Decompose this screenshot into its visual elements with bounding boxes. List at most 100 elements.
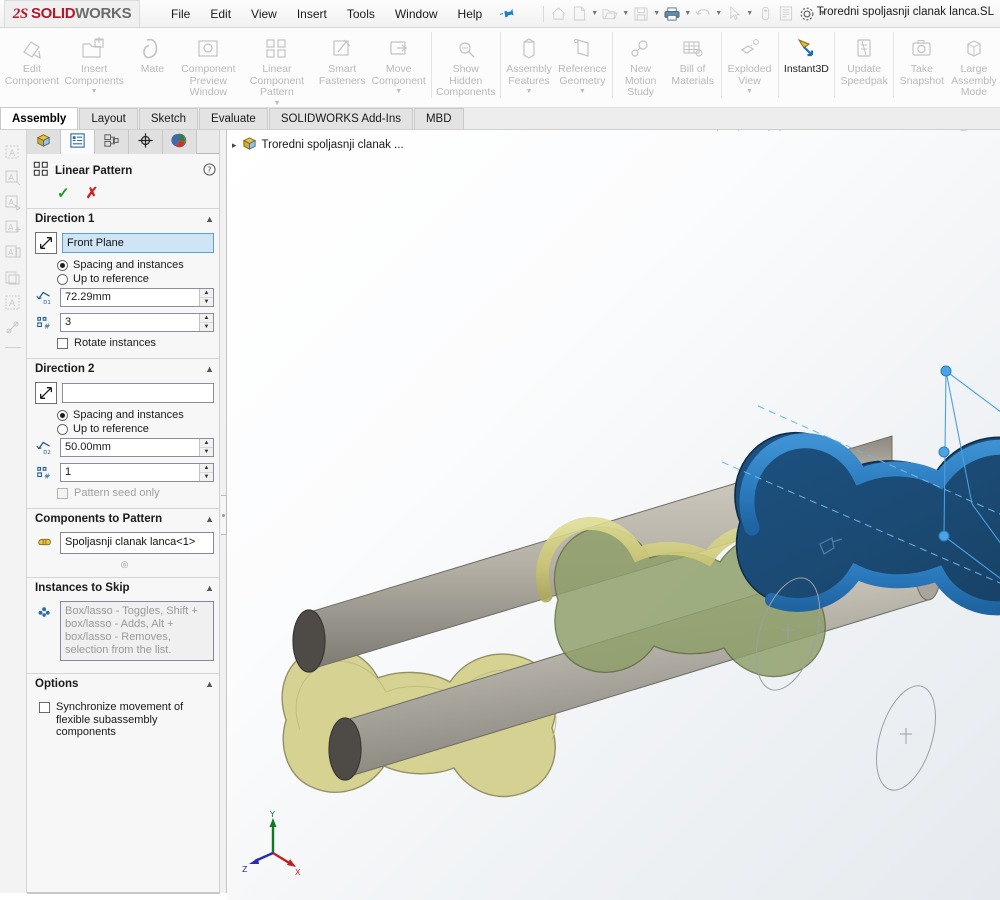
direction-2-spacing-and-instances-radio[interactable]: Spacing and instances bbox=[57, 409, 214, 421]
dimxpert-manager-tab[interactable] bbox=[129, 130, 163, 154]
save-dropdown-caret[interactable]: ▼ bbox=[652, 10, 661, 17]
stepper-arrows[interactable]: ▲ ▼ bbox=[199, 313, 213, 331]
radio-button[interactable] bbox=[57, 423, 68, 435]
ribbon-edit-component[interactable]: Edit Component bbox=[2, 28, 62, 87]
resize-grip[interactable]: ◎ bbox=[35, 559, 214, 570]
group-direction-2-header[interactable]: Direction 2 ▲ bbox=[27, 358, 222, 378]
graphics-area[interactable]: ▼ ▼ ▼ ▼ ▸ Troredni spoljasnji clanak ... bbox=[228, 130, 1000, 900]
tab-assembly[interactable]: Assembly bbox=[0, 107, 79, 129]
open-folder-icon[interactable] bbox=[600, 4, 620, 24]
stepper-down[interactable]: ▼ bbox=[200, 447, 213, 456]
chevron-down-icon[interactable]: ▼ bbox=[525, 88, 532, 95]
checkbox[interactable] bbox=[57, 487, 68, 499]
stepper-down[interactable]: ▼ bbox=[200, 297, 213, 306]
ribbon-new-motion-study[interactable]: New Motion Study bbox=[615, 28, 667, 99]
direction-1-spacing-and-instances-radio[interactable]: Spacing and instances bbox=[57, 259, 214, 271]
synchronize-flexible-subassembly-checkbox-row[interactable]: Synchronize movement of flexible subasse… bbox=[39, 701, 214, 739]
ribbon-smart-fasteners[interactable]: Smart Fasteners bbox=[316, 28, 369, 87]
direction-1-instances-stepper[interactable]: 3 ▲ ▼ bbox=[60, 312, 214, 332]
direction-2-instances-stepper[interactable]: 1 ▲ ▼ bbox=[60, 462, 214, 482]
ribbon-linear-component-pattern[interactable]: Linear Component Pattern ▼ bbox=[238, 28, 315, 107]
ribbon-large-assembly-mode[interactable]: Large Assembly Mode bbox=[948, 28, 1000, 99]
direction-2-reference-field[interactable] bbox=[62, 383, 214, 403]
ribbon-instant3d[interactable]: Instant3D bbox=[780, 28, 832, 76]
stepper-up[interactable]: ▲ bbox=[200, 313, 213, 323]
chevron-down-icon[interactable]: ▼ bbox=[91, 88, 98, 95]
new-document-dropdown-caret[interactable]: ▼ bbox=[590, 10, 599, 17]
undo-dropdown-caret[interactable]: ▼ bbox=[714, 10, 723, 17]
ribbon-take-snapshot[interactable]: Take Snapshot bbox=[896, 28, 948, 87]
print-icon[interactable] bbox=[662, 4, 682, 24]
tab-evaluate[interactable]: Evaluate bbox=[199, 108, 268, 129]
area-hatch-icon[interactable]: A bbox=[4, 294, 22, 312]
radio-button[interactable] bbox=[57, 409, 68, 421]
tab-layout[interactable]: Layout bbox=[79, 108, 138, 129]
radio-button[interactable] bbox=[57, 259, 68, 271]
ribbon-reference-geometry[interactable]: Reference Geometry ▼ bbox=[555, 28, 610, 95]
open-folder-dropdown-caret[interactable]: ▼ bbox=[621, 10, 630, 17]
menu-item-edit[interactable]: Edit bbox=[201, 4, 240, 24]
ribbon-move-component[interactable]: Move Component ▼ bbox=[369, 28, 429, 95]
tab-mbd[interactable]: MBD bbox=[413, 108, 464, 129]
group-components-to-pattern-header[interactable]: Components to Pattern ▲ bbox=[27, 508, 222, 528]
pattern-direction-arrow-icon[interactable] bbox=[35, 382, 57, 404]
datum-feature-icon[interactable]: A bbox=[4, 244, 22, 262]
direction-1-reference-field[interactable]: Front Plane bbox=[62, 233, 214, 253]
ribbon-mate[interactable]: Mate bbox=[126, 28, 178, 76]
chevron-down-icon[interactable]: ▼ bbox=[746, 88, 753, 95]
radio-button[interactable] bbox=[57, 273, 68, 285]
menu-item-insert[interactable]: Insert bbox=[288, 4, 336, 24]
feature-manager-tree-tab[interactable] bbox=[27, 130, 61, 154]
help-question-icon[interactable]: ? bbox=[203, 162, 216, 179]
direction-1-up-to-reference-radio[interactable]: Up to reference bbox=[57, 273, 214, 285]
select-dropdown-caret[interactable]: ▼ bbox=[745, 10, 754, 17]
chevron-up-icon[interactable]: ▲ bbox=[205, 514, 214, 524]
direction-2-spacing-value[interactable]: 50.00mm bbox=[61, 441, 199, 453]
menu-item-window[interactable]: Window bbox=[386, 4, 447, 24]
roller-chain-link-model[interactable] bbox=[228, 130, 1000, 900]
chevron-down-icon[interactable]: ▼ bbox=[579, 88, 586, 95]
direction-2-spacing-stepper[interactable]: 50.00mm ▲ ▼ bbox=[60, 437, 214, 457]
ribbon-insert-components[interactable]: Insert Components ▼ bbox=[62, 28, 127, 95]
home-icon[interactable] bbox=[548, 4, 568, 24]
stepper-up[interactable]: ▲ bbox=[200, 463, 213, 473]
save-icon[interactable] bbox=[631, 4, 651, 24]
components-to-pattern-field[interactable]: Spoljasnji clanak lanca<1> bbox=[60, 532, 214, 554]
chevron-down-icon[interactable]: ▼ bbox=[273, 100, 280, 107]
ribbon-bill-of-materials[interactable]: Bill of Materials bbox=[667, 28, 719, 87]
rotate-instances-checkbox-row[interactable]: Rotate instances bbox=[57, 337, 214, 349]
chevron-up-icon[interactable]: ▲ bbox=[205, 679, 214, 689]
direction-2-up-to-reference-radio[interactable]: Up to reference bbox=[57, 423, 214, 435]
pattern-direction-arrow-icon[interactable] bbox=[35, 232, 57, 254]
rebuild-icon[interactable] bbox=[755, 4, 775, 24]
stepper-arrows[interactable]: ▲ ▼ bbox=[199, 288, 213, 306]
new-document-icon[interactable] bbox=[569, 4, 589, 24]
stepper-up[interactable]: ▲ bbox=[200, 288, 213, 298]
file-properties-icon[interactable] bbox=[776, 4, 796, 24]
note-icon[interactable]: A bbox=[4, 144, 22, 162]
configuration-manager-tab[interactable] bbox=[95, 130, 129, 154]
accept-button[interactable]: ✓ bbox=[57, 184, 70, 202]
panel-splitter[interactable] bbox=[219, 130, 227, 893]
undo-icon[interactable] bbox=[693, 4, 713, 24]
ribbon-component-preview-window[interactable]: Component Preview Window bbox=[178, 28, 238, 99]
chevron-up-icon[interactable]: ▲ bbox=[205, 583, 214, 593]
direction-1-instances-value[interactable]: 3 bbox=[61, 316, 199, 328]
print-dropdown-caret[interactable]: ▼ bbox=[683, 10, 692, 17]
group-options-header[interactable]: Options ▲ bbox=[27, 673, 222, 693]
menu-item-tools[interactable]: Tools bbox=[338, 4, 384, 24]
ribbon-update-speedpak[interactable]: Update Speedpak bbox=[837, 28, 891, 87]
display-manager-tab[interactable] bbox=[163, 130, 197, 154]
menu-item-view[interactable]: View bbox=[242, 4, 286, 24]
property-manager-tab[interactable] bbox=[61, 130, 95, 154]
menu-item-file[interactable]: File bbox=[162, 4, 199, 24]
instances-to-skip-hint[interactable]: Box/lasso - Toggles, Shift + box/lasso -… bbox=[60, 601, 214, 661]
weld-symbol-icon[interactable]: A bbox=[4, 219, 22, 237]
checkbox[interactable] bbox=[57, 337, 68, 349]
stepper-arrows[interactable]: ▲ ▼ bbox=[199, 463, 213, 481]
chevron-down-icon[interactable]: ▼ bbox=[395, 88, 402, 95]
pushpin-icon[interactable] bbox=[498, 3, 518, 24]
splitter-grip[interactable] bbox=[221, 495, 227, 535]
select-cursor-icon[interactable] bbox=[724, 4, 744, 24]
pattern-seed-only-checkbox-row[interactable]: Pattern seed only bbox=[57, 487, 214, 499]
